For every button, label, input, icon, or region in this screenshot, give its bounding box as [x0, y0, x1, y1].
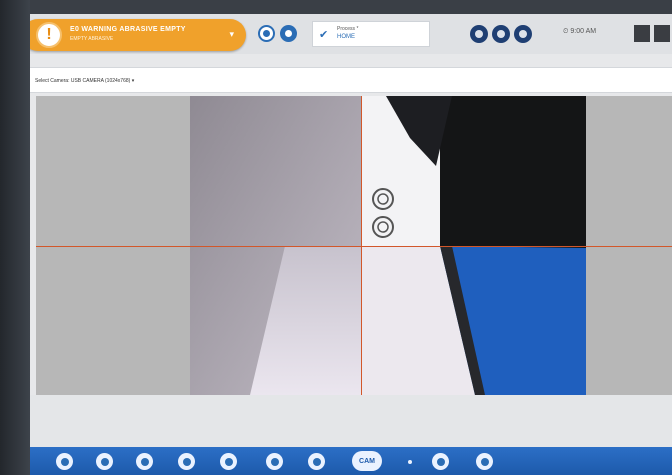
user-icon[interactable] — [514, 25, 532, 43]
upload-icon[interactable] — [280, 25, 297, 42]
chat-icon[interactable] — [492, 25, 510, 43]
settings-icon[interactable] — [258, 25, 275, 42]
window-edge — [0, 0, 30, 475]
camera-button[interactable]: CAM — [352, 451, 382, 471]
dot-icon — [408, 460, 412, 464]
monitor-icon[interactable] — [308, 453, 325, 470]
crosshair-vertical — [361, 96, 362, 395]
top-toolbar: ! E0 WARNING ABRASIVE EMPTY EMPTY ABRASI… — [30, 14, 672, 54]
sound-icon[interactable] — [476, 453, 493, 470]
exclamation-icon: ! — [36, 22, 62, 48]
check-icon: ✔ — [319, 29, 329, 41]
alert-icon[interactable] — [136, 453, 153, 470]
status-area — [30, 395, 672, 447]
close-icon[interactable] — [654, 25, 670, 42]
chevron-down-icon[interactable]: ▾ — [229, 29, 234, 40]
card-icon[interactable] — [432, 453, 449, 470]
person-icon[interactable] — [266, 453, 283, 470]
warning-subtitle: EMPTY ABRASIVE — [70, 36, 114, 42]
camera-viewport[interactable] — [36, 96, 672, 395]
clock-time: ⏲ 9:00 AM — [563, 28, 597, 35]
warning-banner[interactable]: ! E0 WARNING ABRASIVE EMPTY EMPTY ABRASI… — [30, 19, 246, 51]
camera-select-row: Select Camera: USB CAMERA (1024x768) ▾ — [30, 67, 672, 93]
minimize-icon[interactable] — [634, 25, 650, 42]
crosshair-horizontal — [36, 246, 672, 247]
warning-title: E0 WARNING ABRASIVE EMPTY — [70, 26, 186, 33]
phone-icon[interactable] — [470, 25, 488, 43]
gears-icon[interactable] — [220, 453, 237, 470]
user-icon[interactable] — [96, 453, 113, 470]
process-selector[interactable]: ✔ Process * HOME — [312, 21, 430, 47]
process-value: HOME — [337, 34, 355, 40]
process-label: Process * — [337, 26, 359, 32]
bottom-dock: CAM — [30, 447, 672, 475]
globe-icon[interactable] — [56, 453, 73, 470]
app-window: ! E0 WARNING ABRASIVE EMPTY EMPTY ABRASI… — [30, 14, 672, 475]
wrench-icon[interactable] — [178, 453, 195, 470]
clock-value: 9:00 AM — [570, 28, 597, 35]
camera-select[interactable]: Select Camera: USB CAMERA (1024x768) ▾ — [35, 78, 134, 84]
